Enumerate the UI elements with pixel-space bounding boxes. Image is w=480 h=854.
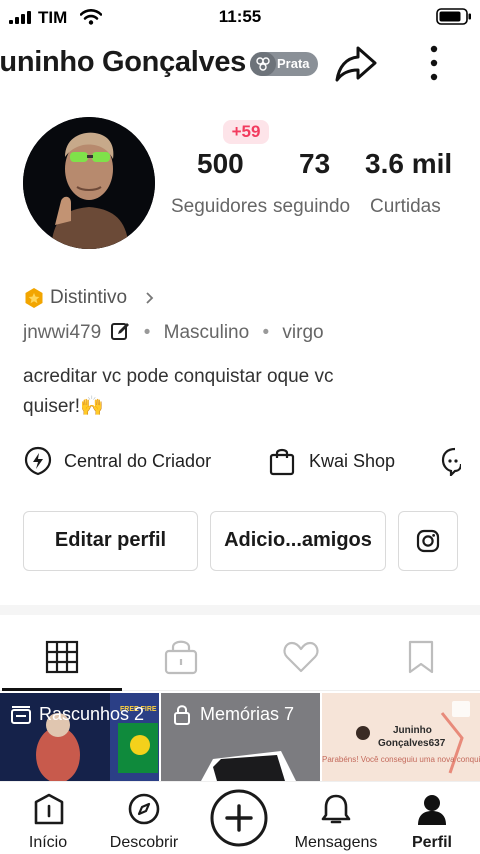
likes-count[interactable]: 3.6 mil	[365, 148, 452, 180]
bookmark-tab-icon[interactable]	[401, 637, 441, 677]
edit-icon[interactable]	[110, 321, 130, 341]
edit-profile-button[interactable]: Editar perfil	[23, 511, 198, 571]
chat-icon[interactable]	[441, 446, 461, 476]
memories-label: Memórias 7	[200, 704, 295, 724]
gender: Masculino	[163, 322, 250, 343]
instagram-button[interactable]	[398, 511, 458, 571]
drafts-label: Rascunhos 2	[39, 704, 145, 724]
bell-icon	[321, 794, 351, 824]
home-icon	[34, 793, 64, 825]
nav-messages-label: Mensagens	[294, 834, 378, 851]
instagram-icon	[416, 529, 440, 553]
card-name-line-2: Gonçalves637	[378, 738, 446, 749]
creator-center-label: Central do Criador	[64, 451, 212, 471]
status-bar: TIM 11:55	[0, 0, 480, 34]
more-options-icon[interactable]	[428, 44, 440, 82]
heart-tab-icon[interactable]	[281, 637, 321, 677]
drafts-icon	[11, 706, 31, 724]
nav-discover-label: Descobrir	[109, 834, 179, 851]
card-caption: Parabéns! Você conseguiu uma nova conqui…	[322, 755, 480, 764]
avatar[interactable]	[23, 117, 155, 249]
kwai-shop-label: Kwai Shop	[309, 451, 396, 471]
bottom-navigation: Início Descobrir Mensagens Perfil	[0, 781, 480, 854]
drafts-thumbnail[interactable]: FREE FIRE Rascunhos 2	[0, 693, 159, 781]
badge-people-icon	[250, 52, 276, 76]
profile-meta: jnwwi479 • Masculino • virgo	[23, 321, 324, 343]
lock-tab-icon[interactable]	[161, 637, 201, 677]
distintivo-label: Distintivo	[50, 287, 128, 308]
memories-lock-icon	[174, 705, 190, 725]
bio-line-1: acreditar vc pode conquistar oque vc	[23, 366, 334, 387]
badge-label: Prata	[277, 56, 310, 71]
add-content-icon	[210, 789, 268, 847]
achievement-thumbnail[interactable]: Juninho Gonçalves637 Parabéns! Você cons…	[322, 693, 480, 781]
nav-home-label: Início	[28, 834, 68, 851]
memories-thumbnail[interactable]: Memórias 7	[161, 693, 320, 781]
following-count[interactable]: 73	[299, 148, 330, 180]
creator-center-link[interactable]: Central do Criador	[23, 446, 233, 476]
username: jnwwi479	[23, 322, 102, 343]
nav-messages[interactable]: Mensagens	[288, 782, 384, 854]
compass-icon	[128, 793, 160, 825]
chevron-right-icon	[146, 292, 154, 304]
shopping-bag-icon	[269, 448, 295, 476]
zodiac-sign: virgo	[282, 322, 324, 343]
add-friends-button[interactable]: Adicio...amigos	[210, 511, 386, 571]
nav-profile[interactable]: Perfil	[404, 782, 460, 854]
bio-line-2: quiser!🙌	[23, 396, 104, 417]
share-icon[interactable]	[334, 43, 378, 83]
kwai-shop-link[interactable]: Kwai Shop	[268, 446, 408, 476]
nav-home[interactable]: Início	[20, 782, 76, 854]
following-label[interactable]: seguindo	[273, 196, 350, 218]
new-followers-badge: +59	[223, 120, 269, 144]
profile-icon	[418, 795, 446, 825]
active-tab-indicator	[2, 688, 122, 691]
card-name-line-1: Juninho	[393, 725, 432, 736]
bio: acreditar vc pode conquistar oque vc qui…	[23, 362, 443, 422]
likes-label[interactable]: Curtidas	[370, 196, 441, 218]
followers-label[interactable]: Seguidores	[171, 196, 267, 218]
nav-profile-label: Perfil	[411, 834, 452, 851]
card-avatar	[356, 726, 370, 740]
creator-bolt-icon	[24, 446, 52, 476]
followers-count[interactable]: 500	[197, 148, 244, 180]
nav-discover[interactable]: Descobrir	[100, 782, 188, 854]
profile-name: Juninho Gonçalves	[0, 46, 246, 78]
status-time: 11:55	[218, 7, 262, 26]
level-badge[interactable]: Prata	[250, 52, 318, 76]
battery-icon	[436, 8, 471, 25]
nav-create[interactable]	[208, 782, 270, 854]
section-divider	[0, 605, 480, 615]
badge-medal-icon	[25, 288, 43, 308]
grid-tab-icon[interactable]	[42, 637, 82, 677]
achievement-card-bg	[322, 693, 480, 781]
